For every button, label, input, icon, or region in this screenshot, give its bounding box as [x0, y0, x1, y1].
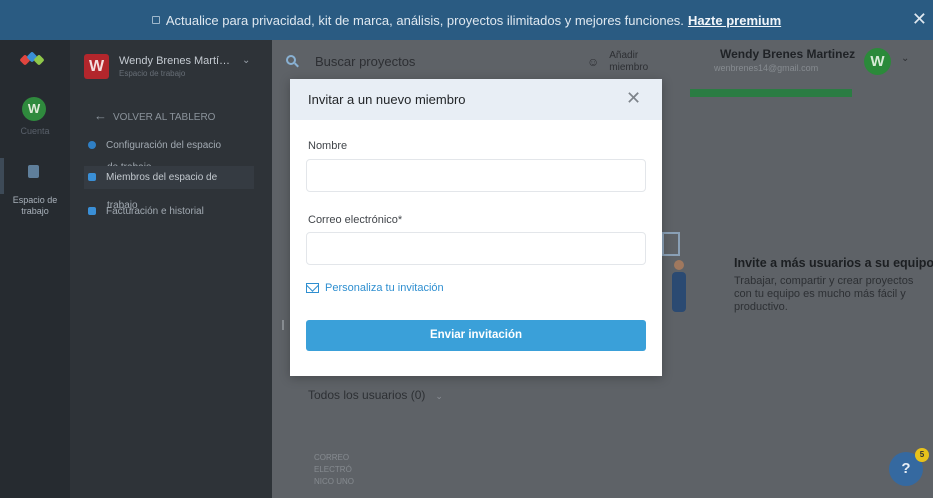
workspace-panel: W Wendy Brenes Martí… Espacio de trabajo…: [70, 40, 272, 498]
back-label: VOLVER AL TABLERO: [113, 112, 216, 123]
column-header-line: NICO UNO: [314, 477, 354, 486]
panel-resize-handle[interactable]: [282, 320, 284, 330]
email-label: Correo electrónico*: [308, 214, 403, 226]
menu-item-members[interactable]: Miembros del espacio de: [84, 166, 254, 189]
mail-icon: [306, 283, 319, 293]
back-to-dashboard-link[interactable]: ← VOLVER AL TABLERO: [94, 108, 215, 123]
column-header-email: CORREO ELECTRÓ NICO UNO: [314, 452, 354, 488]
app-logo-icon[interactable]: [19, 51, 47, 67]
menu-label: Configuración del espacio: [106, 140, 222, 151]
members-icon: [88, 173, 96, 182]
menu-item-settings[interactable]: Configuración del espacio: [88, 140, 221, 151]
banner-close-icon[interactable]: ✕: [912, 9, 927, 30]
name-field[interactable]: [306, 159, 646, 192]
menu-item-billing[interactable]: Facturación e historial: [88, 206, 204, 217]
user-avatar[interactable]: W: [864, 48, 891, 75]
send-invitation-button[interactable]: Enviar invitación: [306, 320, 646, 351]
account-avatar[interactable]: W: [22, 97, 46, 121]
workspace-avatar: W: [84, 54, 109, 79]
progress-strip: [690, 89, 852, 97]
user-name[interactable]: Wendy Brenes Martinez: [720, 47, 855, 61]
workspace-name: Wendy Brenes Martí…: [119, 55, 231, 67]
column-header-line: CORREO: [314, 453, 350, 462]
personalize-label: Personaliza tu invitación: [325, 282, 444, 294]
add-user-icon: ☺: [587, 55, 600, 69]
all-users-label: Todos los usuarios (0): [308, 388, 426, 402]
active-indicator: [0, 158, 4, 194]
close-icon[interactable]: ✕: [626, 89, 641, 107]
workspace-icon[interactable]: [28, 165, 39, 178]
workspace-label[interactable]: Espacio de trabajo: [0, 195, 70, 217]
personalize-invitation-link[interactable]: Personaliza tu invitación: [306, 282, 444, 294]
name-label: Nombre: [308, 140, 348, 152]
icon-rail: W Cuenta Espacio de trabajo: [0, 40, 70, 498]
menu-label: Facturación e historial: [106, 206, 204, 217]
user-email: wenbrenes14@gmail.com: [714, 63, 819, 73]
workspace-subtitle: Espacio de trabajo: [119, 69, 186, 78]
upgrade-banner: Actualice para privacidad, kit de marca,…: [0, 0, 933, 40]
premium-link[interactable]: Hazte premium: [688, 13, 781, 28]
column-header-line: ELECTRÓ: [314, 465, 352, 474]
add-member-line2: miembro: [609, 62, 649, 73]
billing-icon: [88, 207, 96, 216]
add-member-button[interactable]: ☺ Añadir miembro: [587, 50, 648, 74]
notification-badge: 5: [915, 448, 929, 462]
chevron-down-icon: ⌄: [242, 55, 251, 66]
invite-member-dialog: Invitar a un nuevo miembro ✕ Nombre Corr…: [290, 79, 662, 376]
promo-icon: [151, 16, 160, 24]
search-icon: [286, 55, 300, 69]
add-member-line1: Añadir: [609, 50, 639, 61]
dialog-title: Invitar a un nuevo miembro: [308, 92, 466, 107]
workspace-switcher[interactable]: W Wendy Brenes Martí… Espacio de trabajo…: [84, 53, 264, 83]
arrow-left-icon: ←: [94, 108, 107, 123]
email-field[interactable]: [306, 232, 646, 265]
chevron-down-icon: ⌄: [435, 391, 443, 401]
chevron-down-icon[interactable]: ⌄: [901, 53, 909, 64]
invite-description: Trabajar, compartir y crear proyectos co…: [734, 275, 914, 313]
settings-icon: [88, 141, 96, 150]
team-illustration: [662, 232, 702, 332]
invite-heading: Invite a más usuarios a su equipo: [734, 256, 933, 270]
menu-label: Miembros del espacio de: [106, 172, 218, 183]
all-users-dropdown[interactable]: Todos los usuarios (0) ⌄: [308, 388, 443, 402]
search-input[interactable]: Buscar proyectos: [315, 54, 415, 69]
dialog-header: Invitar a un nuevo miembro ✕: [290, 79, 662, 120]
banner-text: Actualice para privacidad, kit de marca,…: [165, 12, 684, 28]
account-label[interactable]: Cuenta: [0, 126, 70, 136]
